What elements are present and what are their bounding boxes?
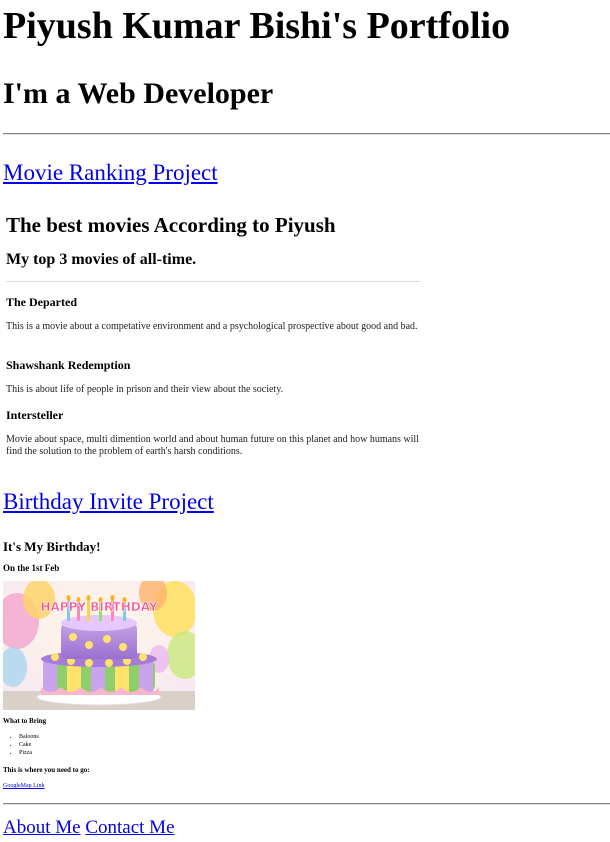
svg-text:HAPPY BIRTHDAY: HAPPY BIRTHDAY xyxy=(40,600,157,614)
movie-ranking-project-link[interactable]: Movie Ranking Project xyxy=(3,159,218,187)
birthday-heading: It's My Birthday! xyxy=(3,539,101,554)
what-to-bring-heading: What to Bring xyxy=(3,717,47,725)
divider-top xyxy=(3,133,610,135)
bring-item: Cake xyxy=(19,741,39,749)
movie-ranking-divider xyxy=(6,281,420,282)
where-to-go-heading: This is where you need to go: xyxy=(3,766,90,774)
footer-nav: About Me Contact Me xyxy=(3,816,175,840)
movie-ranking-heading: The best movies According to Piyush xyxy=(6,213,336,237)
movie-title-1: The Departed xyxy=(6,295,77,309)
movie-ranking-subheading: My top 3 movies of all-time. xyxy=(6,251,197,268)
page-subtitle: I'm a Web Developer xyxy=(3,77,274,110)
movie-title-2: Shawshank Redemption xyxy=(6,358,131,372)
movie-ranking-frame: The best movies According to Piyush My t… xyxy=(3,203,423,473)
page-title: Piyush Kumar Bishi's Portfolio xyxy=(3,5,511,47)
google-map-link[interactable]: GoogleMap Link xyxy=(3,782,45,790)
movie-description-3: Movie about space, multi dimention world… xyxy=(6,434,419,457)
birthday-date: On the 1st Feb xyxy=(3,563,60,573)
movie-description-2: This is about life of people in prison a… xyxy=(6,384,284,395)
divider-bottom xyxy=(3,803,610,805)
birthday-invite-project-link[interactable]: Birthday Invite Project xyxy=(3,488,214,516)
birthday-cake-image: HAPPY BIRTHDAY xyxy=(3,581,195,710)
contact-me-link[interactable]: Contact Me xyxy=(85,817,174,838)
movie-title-3: Intersteller xyxy=(6,408,64,422)
movie-description-1: This is a movie about a competative envi… xyxy=(6,321,418,332)
bring-item: Baloons xyxy=(19,733,39,741)
about-me-link[interactable]: About Me xyxy=(3,817,81,838)
bring-list: Baloons Cake Pizza xyxy=(3,733,39,757)
bring-item: Pizza xyxy=(19,749,39,757)
